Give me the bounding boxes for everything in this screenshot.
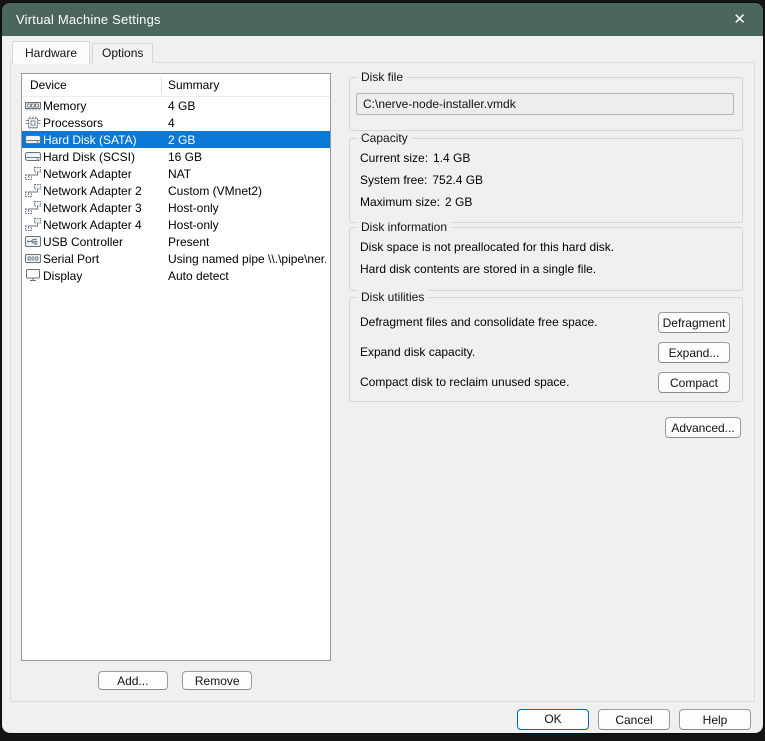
remove-device-button[interactable]: Remove: [182, 671, 253, 690]
device-summary: 4 GB: [168, 98, 196, 113]
column-divider[interactable]: [161, 77, 162, 93]
network-adapter-icon: [25, 201, 41, 214]
device-summary: 16 GB: [168, 149, 203, 164]
device-row-network-adapter-4[interactable]: Network Adapter 4 Host-only: [22, 216, 330, 233]
hard-disk-icon: [25, 150, 41, 163]
tab-strip: Hardware Options: [12, 41, 155, 64]
device-summary: 2 GB: [168, 132, 196, 147]
device-summary: Auto detect: [168, 268, 229, 283]
device-name: Processors: [43, 115, 104, 130]
vm-settings-dialog: Virtual Machine Settings ✕ Hardware Opti…: [2, 3, 763, 733]
device-row-network-adapter-3[interactable]: Network Adapter 3 Host-only: [22, 199, 330, 216]
capacity-group-label: Capacity: [357, 131, 412, 145]
memory-icon: [25, 99, 41, 112]
close-icon[interactable]: ✕: [733, 12, 746, 27]
usb-controller-icon: [25, 235, 41, 248]
capacity-value: 1.4 GB: [433, 151, 471, 165]
display-icon: [25, 269, 41, 282]
disk-utility-description: Expand disk capacity.: [360, 345, 476, 359]
device-name: Network Adapter: [43, 166, 132, 181]
capacity-row-maximum-size: Maximum size: 2 GB: [360, 195, 472, 210]
disk-utility-row-defragment: Defragment files and consolidate free sp…: [360, 312, 730, 333]
ok-button[interactable]: OK: [517, 709, 589, 730]
disk-information-line: Hard disk contents are stored in a singl…: [360, 262, 597, 276]
device-row-hard-disk-scsi[interactable]: Hard Disk (SCSI) 16 GB: [22, 148, 330, 165]
network-adapter-icon: [25, 184, 41, 197]
hard-disk-icon: [25, 133, 41, 146]
window-title: Virtual Machine Settings: [16, 12, 161, 27]
device-name: Memory: [43, 98, 87, 113]
device-name: Display: [43, 268, 83, 283]
add-device-button[interactable]: Add...: [97, 671, 168, 690]
compact-button[interactable]: Compact: [658, 372, 730, 393]
network-adapter-icon: [25, 167, 41, 180]
device-summary: Present: [168, 234, 210, 249]
disk-settings-panel: Disk file C:\nerve-node-installer.vmdk C…: [349, 63, 743, 701]
device-name: USB Controller: [43, 234, 124, 249]
device-row-serial-port[interactable]: Serial Port Using named pipe \\.\pipe\ner…: [22, 250, 330, 267]
tab-options[interactable]: Options: [92, 43, 154, 63]
disk-file-group-label: Disk file: [357, 70, 408, 84]
device-list-buttons: Add... Remove: [11, 671, 339, 690]
device-name: Hard Disk (SCSI): [43, 149, 136, 164]
device-summary: Using named pipe \\.\pipe\ner...: [168, 251, 326, 266]
device-name: Network Adapter 3: [43, 200, 142, 215]
help-button[interactable]: Help: [679, 709, 751, 730]
device-row-memory[interactable]: Memory 4 GB: [22, 97, 330, 114]
disk-utilities-group-label: Disk utilities: [357, 290, 429, 304]
capacity-label: Maximum size:: [360, 195, 441, 209]
capacity-value: 2 GB: [445, 195, 473, 209]
device-name: Serial Port: [43, 251, 100, 266]
capacity-row-current-size: Current size: 1.4 GB: [360, 151, 470, 166]
capacity-group: Capacity Current size: 1.4 GB System free:…: [349, 131, 743, 223]
network-adapter-icon: [25, 218, 41, 231]
device-summary: Custom (VMnet2): [168, 183, 263, 198]
disk-file-path-field[interactable]: C:\nerve-node-installer.vmdk: [356, 93, 734, 115]
device-name: Network Adapter 2: [43, 183, 142, 198]
capacity-label: Current size:: [360, 151, 429, 165]
device-summary: Host-only: [168, 200, 219, 215]
capacity-label: System free:: [360, 173, 428, 187]
disk-file-group: Disk file C:\nerve-node-installer.vmdk: [349, 70, 743, 131]
device-name: Network Adapter 4: [43, 217, 142, 232]
device-list-header: Device Summary: [22, 74, 330, 97]
column-header-device[interactable]: Device: [30, 78, 67, 92]
advanced-button[interactable]: Advanced...: [665, 417, 741, 438]
device-row-display[interactable]: Display Auto detect: [22, 267, 330, 284]
title-bar[interactable]: Virtual Machine Settings ✕: [2, 3, 763, 36]
device-summary: NAT: [168, 166, 192, 181]
hardware-tab-page: Device Summary Memory 4 GB Processors 4 Hard…: [10, 62, 755, 702]
expand-button[interactable]: Expand...: [658, 342, 730, 363]
disk-utility-row-compact: Compact disk to reclaim unused space. Com…: [360, 372, 730, 393]
device-summary: Host-only: [168, 217, 219, 232]
device-row-usb-controller[interactable]: USB Controller Present: [22, 233, 330, 250]
defragment-button[interactable]: Defragment: [658, 312, 730, 333]
disk-utilities-group: Disk utilities Defragment files and cons…: [349, 290, 743, 402]
disk-information-line: Disk space is not preallocated for this …: [360, 240, 615, 254]
device-summary: 4: [168, 115, 175, 130]
device-row-processors[interactable]: Processors 4: [22, 114, 330, 131]
device-name: Hard Disk (SATA): [43, 132, 137, 147]
disk-utility-description: Defragment files and consolidate free sp…: [360, 315, 598, 329]
capacity-row-system-free: System free: 752.4 GB: [360, 173, 483, 188]
device-row-network-adapter-2[interactable]: Network Adapter 2 Custom (VMnet2): [22, 182, 330, 199]
capacity-value: 752.4 GB: [432, 173, 484, 187]
cancel-button[interactable]: Cancel: [598, 709, 670, 730]
disk-information-group: Disk information Disk space is not preal…: [349, 220, 743, 291]
disk-utility-description: Compact disk to reclaim unused space.: [360, 375, 570, 389]
serial-port-icon: [25, 252, 41, 265]
device-list[interactable]: Device Summary Memory 4 GB Processors 4 Hard…: [21, 73, 331, 661]
disk-utility-row-expand: Expand disk capacity. Expand...: [360, 342, 730, 363]
dialog-button-bar: OK Cancel Help: [517, 709, 751, 733]
column-header-summary[interactable]: Summary: [168, 78, 219, 92]
device-row-hard-disk-sata[interactable]: Hard Disk (SATA) 2 GB: [22, 131, 330, 148]
tab-hardware[interactable]: Hardware: [12, 41, 91, 64]
processor-icon: [25, 116, 41, 129]
device-row-network-adapter[interactable]: Network Adapter NAT: [22, 165, 330, 182]
disk-information-group-label: Disk information: [357, 220, 452, 234]
